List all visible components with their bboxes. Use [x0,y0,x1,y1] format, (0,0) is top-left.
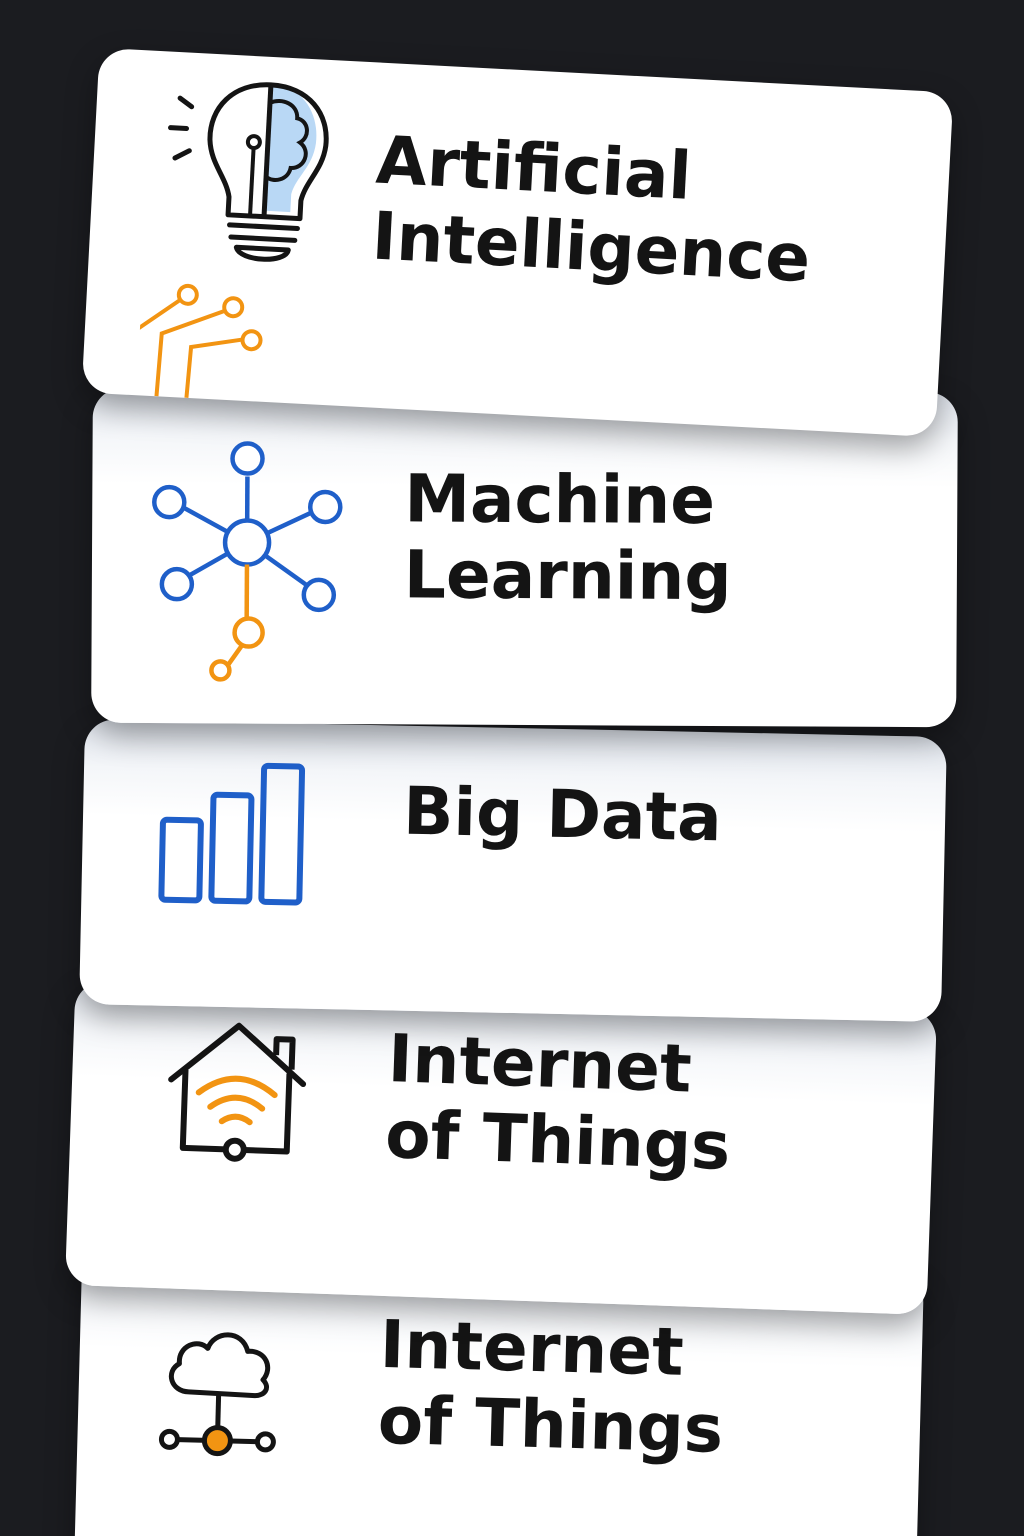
card-title: Internet of Things [376,1305,726,1468]
cloud-network-icon [158,1332,276,1457]
card-title-line-1: Internet [386,1020,693,1108]
card-title-line-2: Learning [403,536,732,616]
card-title: Artificial Intelligence [370,122,816,298]
card-title: Big Data [402,772,723,857]
card-artificial-intelligence[interactable]: Artificial Intelligence [81,47,954,438]
ai-lightbulb-brain-icon [136,82,329,399]
card-title-line-1: Internet [378,1305,685,1391]
card-title-line-2: of Things [384,1095,732,1185]
card-title-line-2: of Things [376,1381,725,1468]
card-machine-learning[interactable]: Machine Learning [91,387,958,728]
card-big-data[interactable]: Big Data [79,719,947,1022]
card-title-line-1: Machine [404,460,716,539]
smart-home-wifi-icon [168,1022,307,1162]
topic-card-stack: Internet of Things Internet of Things Bi… [0,0,1024,1536]
network-nodes-icon [152,441,343,682]
card-title: Internet of Things [384,1020,734,1185]
bar-chart-icon [158,762,306,906]
card-internet-of-things[interactable]: Internet of Things [64,980,938,1315]
card-title: Machine Learning [403,460,733,616]
card-title-line-1: Big Data [402,772,723,857]
